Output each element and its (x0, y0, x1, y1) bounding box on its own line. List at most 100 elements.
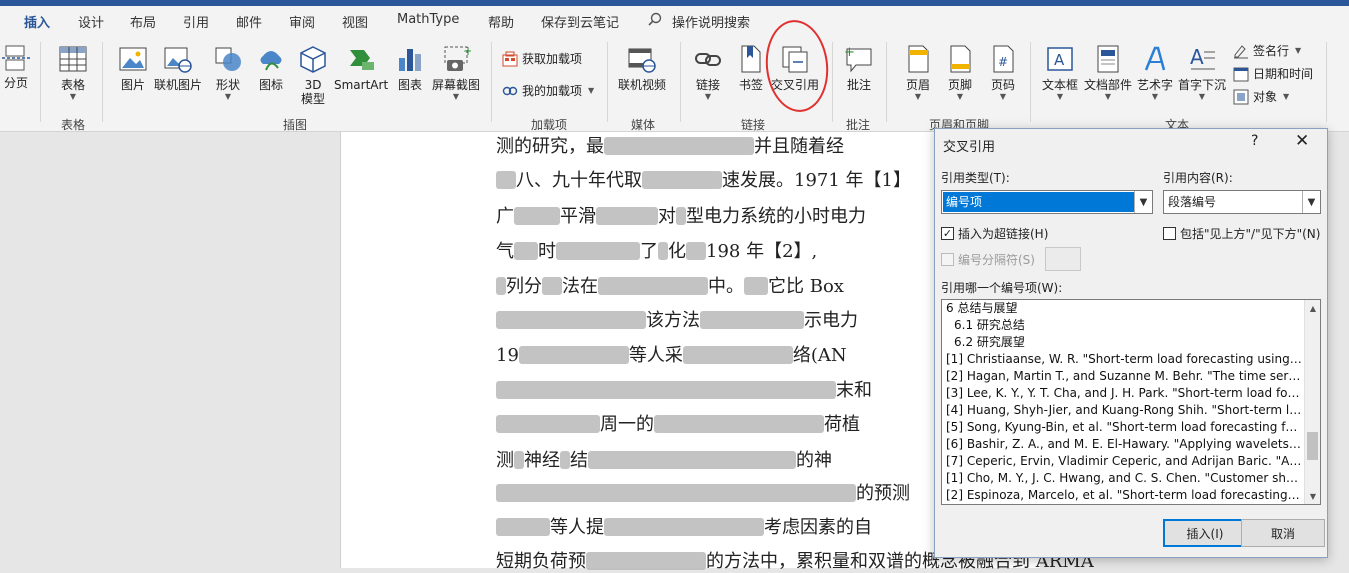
smartart-button[interactable]: SmartArt (334, 44, 388, 92)
list-item[interactable]: [2] Espinoza, Marcelo, et al. "Short-ter… (946, 487, 1302, 504)
doc-line: 等人提 考虑因素的自 (496, 513, 872, 539)
link-button[interactable]: 链接 ▼ (693, 44, 723, 102)
cube-icon (300, 46, 326, 73)
doc-line: 测神经结的神 (496, 450, 832, 471)
date-time-button[interactable]: 日期和时间 (1233, 65, 1313, 82)
insert-hyperlink-checkbox[interactable]: ✓ 插入为超链接(H) (941, 225, 1048, 242)
list-item[interactable]: 6 总结与展望 (946, 300, 1302, 317)
svg-text:A: A (1190, 45, 1204, 69)
chevron-down-icon: ▼ (999, 92, 1007, 101)
quick-parts-button[interactable]: 文档部件 ▼ (1084, 44, 1132, 102)
tab-insert[interactable]: 插入 (24, 12, 50, 31)
text-box-button[interactable]: A 文本框 ▼ (1042, 44, 1078, 102)
drop-cap-button[interactable]: A 首字下沉 ▼ (1178, 44, 1226, 102)
picture-button[interactable]: 图片 (118, 44, 148, 92)
list-item[interactable]: 6.2 研究展望 (954, 334, 1310, 351)
list-item[interactable]: [1] Christiaanse, W. R. "Short-term load… (946, 351, 1302, 368)
list-item[interactable]: [1] Cho, M. Y., J. C. Hwang, and C. S. C… (946, 470, 1302, 487)
signature-line-button[interactable]: 签名行 ▼ (1233, 42, 1301, 59)
scroll-down-icon[interactable]: ▼ (1305, 488, 1320, 504)
tab-references[interactable]: 引用 (183, 12, 209, 31)
page-break-button[interactable]: 分页 (2, 44, 30, 90)
signature-icon (1234, 44, 1248, 58)
wordart-icon (1144, 46, 1166, 71)
doc-line: 气时了化 198 年【2】, (496, 241, 818, 262)
include-above-below-checkbox[interactable]: 包括"见上方"/"见下方"(N) (1163, 225, 1320, 242)
scrollbar-thumb[interactable] (1307, 432, 1318, 460)
header-icon (908, 45, 929, 73)
page-number-button[interactable]: # 页码 ▼ (988, 44, 1018, 102)
group-label-addins: 加载项 (531, 118, 568, 132)
tab-help[interactable]: 帮助 (488, 12, 514, 31)
list-item[interactable]: [5] Song, Kyung-Bin, et al. "Short-term … (946, 419, 1302, 436)
chevron-down-icon: ▼ (1104, 92, 1112, 101)
doc-line: 19 等人采 络(AN (496, 345, 847, 366)
tab-save-cloud[interactable]: 保存到云笔记 (541, 12, 619, 31)
chevron-down-icon: ▼ (956, 92, 964, 101)
group-label-tables: 表格 (61, 118, 86, 132)
insert-button[interactable]: 插入(I) (1163, 519, 1247, 547)
online-picture-button[interactable]: 联机图片 (154, 44, 202, 92)
3d-models-button[interactable]: 3D 模型 (298, 44, 328, 106)
reference-content-select[interactable]: 段落编号 ▼ (1163, 190, 1321, 214)
bookmark-button[interactable]: 书签 (736, 44, 766, 92)
store-icon (502, 51, 518, 66)
my-addins-button[interactable]: 我的加载项 ▼ (502, 82, 594, 99)
cancel-button[interactable]: 取消 (1241, 519, 1325, 547)
footer-button[interactable]: 页脚 ▼ (945, 44, 975, 102)
list-item[interactable]: 6.1 研究总结 (954, 317, 1310, 334)
screenshot-button[interactable]: + 屏幕截图 ▼ (432, 44, 480, 102)
chevron-down-icon: ▼ (1056, 92, 1064, 101)
chevron-down-icon: ▼ (704, 92, 712, 101)
list-scrollbar[interactable]: ▲ ▼ (1304, 300, 1320, 504)
get-addins-button[interactable]: 获取加载项 (502, 50, 582, 67)
header-button[interactable]: 页眉 ▼ (903, 44, 933, 102)
numbered-item-list[interactable]: 6 总结与展望 6.1 研究总结 6.2 研究展望 [1] Christiaan… (941, 299, 1321, 505)
scroll-up-icon[interactable]: ▲ (1305, 300, 1320, 316)
list-item[interactable]: [2] Hagan, Martin T., and Suzanne M. Beh… (946, 368, 1302, 385)
svg-text:#: # (998, 55, 1008, 69)
object-button[interactable]: 对象 ▼ (1233, 88, 1289, 105)
ribbon-tabs: 插入 设计 布局 引用 邮件 审阅 视图 MathType 帮助 保存到云笔记 … (0, 6, 1349, 39)
chevron-down-icon: ▼ (1302, 191, 1320, 213)
reference-type-select[interactable]: 编号项 ▼ (941, 190, 1153, 214)
tab-layout[interactable]: 布局 (130, 12, 156, 31)
chevron-down-icon: ▼ (1295, 46, 1302, 55)
svg-text:+: + (463, 44, 471, 58)
which-item-label: 引用哪一个编号项(W): (941, 281, 1063, 295)
page-number-icon: # (993, 45, 1014, 73)
chevron-down-icon: ▼ (588, 86, 595, 95)
tab-mathtype[interactable]: MathType (397, 12, 459, 27)
icons-icon (260, 51, 282, 71)
reference-type-label: 引用类型(T): (941, 171, 1010, 185)
list-item[interactable]: [7] Ceperic, Ervin, Vladimir Ceperic, an… (946, 453, 1302, 470)
doc-line: 周一的 荷植 (496, 410, 860, 436)
list-item[interactable]: [4] Huang, Shyh-Jier, and Kuang-Rong Shi… (946, 402, 1302, 419)
tab-design[interactable]: 设计 (78, 12, 104, 31)
list-item[interactable]: [3] Lee, K. Y., Y. T. Cha, and J. H. Par… (946, 385, 1302, 402)
drop-cap-icon: A (1190, 45, 1215, 70)
help-button[interactable]: ? (1251, 133, 1258, 149)
group-label-comments: 批注 (846, 118, 871, 132)
tab-mailings[interactable]: 邮件 (236, 12, 262, 31)
link-icon (695, 53, 721, 66)
wordart-button[interactable]: 艺术字 ▼ (1137, 44, 1173, 102)
search-icon[interactable] (648, 12, 662, 30)
separator (886, 42, 887, 122)
online-video-button[interactable]: 联机视频 (618, 44, 666, 92)
chart-button[interactable]: 图表 (395, 44, 425, 92)
tab-review[interactable]: 审阅 (289, 12, 315, 31)
svg-text:A: A (1054, 51, 1065, 69)
chevron-down-icon: ▼ (452, 92, 460, 101)
chevron-down-icon: ▼ (1198, 92, 1206, 101)
table-button[interactable]: 表格 ▼ (58, 44, 88, 102)
shapes-button[interactable]: 形状 ▼ (213, 44, 243, 102)
list-item[interactable]: [6] Bashir, Z. A., and M. E. El-Hawary. … (946, 436, 1302, 453)
reference-content-label: 引用内容(R): (1163, 171, 1233, 185)
close-icon[interactable]: ✕ (1295, 131, 1309, 151)
tab-view[interactable]: 视图 (342, 12, 368, 31)
tell-me-search[interactable]: 操作说明搜索 (672, 12, 750, 31)
object-icon (1233, 89, 1249, 104)
icons-button[interactable]: 图标 (256, 44, 286, 92)
comment-button[interactable]: + 批注 (844, 44, 874, 92)
